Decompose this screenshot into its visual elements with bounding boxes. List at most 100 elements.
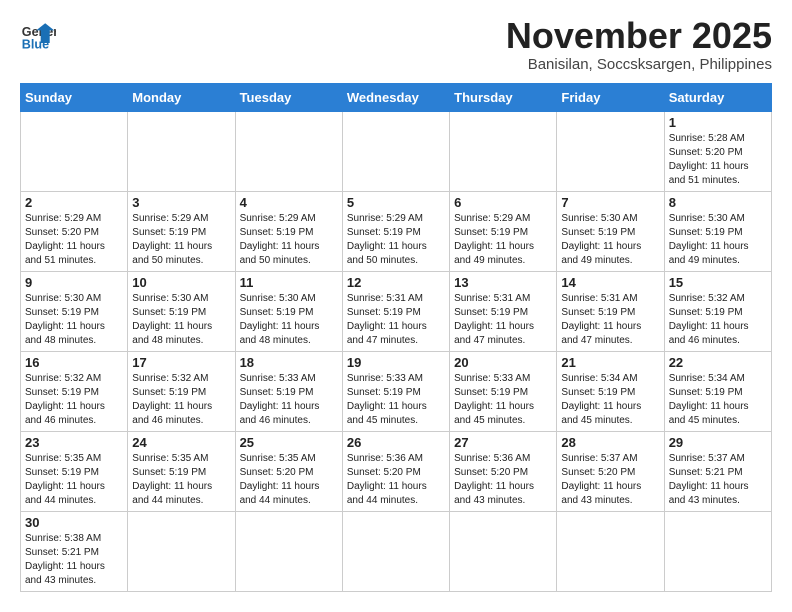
day-info: Sunrise: 5:29 AM Sunset: 5:19 PM Dayligh… [132,212,230,268]
weekday-header-tuesday: Tuesday [235,83,342,111]
day-info: Sunrise: 5:31 AM Sunset: 5:19 PM Dayligh… [454,292,552,348]
day-info: Sunrise: 5:36 AM Sunset: 5:20 PM Dayligh… [347,452,445,508]
location-title: Banisilan, Soccsksargen, Philippines [506,56,772,73]
calendar-cell: 5 Sunrise: 5:29 AM Sunset: 5:19 PM Daylig… [342,191,449,271]
day-number: 2 [25,195,123,210]
day-number: 4 [240,195,338,210]
calendar-cell: 28 Sunrise: 5:37 AM Sunset: 5:20 PM Dayli… [557,431,664,511]
calendar-cell [128,111,235,191]
day-number: 8 [669,195,767,210]
day-info: Sunrise: 5:34 AM Sunset: 5:19 PM Dayligh… [669,372,767,428]
day-info: Sunrise: 5:30 AM Sunset: 5:19 PM Dayligh… [561,212,659,268]
day-info: Sunrise: 5:32 AM Sunset: 5:19 PM Dayligh… [132,372,230,428]
weekday-header-monday: Monday [128,83,235,111]
day-info: Sunrise: 5:30 AM Sunset: 5:19 PM Dayligh… [25,292,123,348]
day-number: 20 [454,355,552,370]
day-number: 22 [669,355,767,370]
calendar-cell [450,511,557,591]
day-number: 13 [454,275,552,290]
calendar-cell: 30 Sunrise: 5:38 AM Sunset: 5:21 PM Dayli… [21,511,128,591]
day-info: Sunrise: 5:30 AM Sunset: 5:19 PM Dayligh… [669,212,767,268]
day-info: Sunrise: 5:35 AM Sunset: 5:20 PM Dayligh… [240,452,338,508]
calendar-cell: 11 Sunrise: 5:30 AM Sunset: 5:19 PM Dayli… [235,271,342,351]
calendar-cell: 4 Sunrise: 5:29 AM Sunset: 5:19 PM Daylig… [235,191,342,271]
calendar-cell [450,111,557,191]
day-number: 23 [25,435,123,450]
calendar-cell [128,511,235,591]
day-info: Sunrise: 5:32 AM Sunset: 5:19 PM Dayligh… [669,292,767,348]
day-number: 17 [132,355,230,370]
calendar-cell [21,111,128,191]
day-info: Sunrise: 5:33 AM Sunset: 5:19 PM Dayligh… [454,372,552,428]
calendar-cell [235,511,342,591]
calendar-cell: 12 Sunrise: 5:31 AM Sunset: 5:19 PM Dayli… [342,271,449,351]
week-row-5: 23 Sunrise: 5:35 AM Sunset: 5:19 PM Dayli… [21,431,772,511]
day-info: Sunrise: 5:34 AM Sunset: 5:19 PM Dayligh… [561,372,659,428]
day-info: Sunrise: 5:28 AM Sunset: 5:20 PM Dayligh… [669,132,767,188]
day-number: 1 [669,115,767,130]
day-info: Sunrise: 5:36 AM Sunset: 5:20 PM Dayligh… [454,452,552,508]
week-row-2: 2Sunrise: 5:29 AM Sunset: 5:20 PM Daylig… [21,191,772,271]
day-number: 24 [132,435,230,450]
weekday-header-thursday: Thursday [450,83,557,111]
day-number: 26 [347,435,445,450]
calendar-cell: 14 Sunrise: 5:31 AM Sunset: 5:19 PM Dayli… [557,271,664,351]
calendar-cell: 15 Sunrise: 5:32 AM Sunset: 5:19 PM Dayli… [664,271,771,351]
week-row-3: 9 Sunrise: 5:30 AM Sunset: 5:19 PM Daylig… [21,271,772,351]
calendar-cell: 2Sunrise: 5:29 AM Sunset: 5:20 PM Daylig… [21,191,128,271]
day-info: Sunrise: 5:30 AM Sunset: 5:19 PM Dayligh… [240,292,338,348]
weekday-header-saturday: Saturday [664,83,771,111]
day-number: 21 [561,355,659,370]
day-number: 28 [561,435,659,450]
week-row-1: 1 Sunrise: 5:28 AM Sunset: 5:20 PM Daylig… [21,111,772,191]
month-title: November 2025 [506,16,772,56]
day-number: 14 [561,275,659,290]
day-info: Sunrise: 5:31 AM Sunset: 5:19 PM Dayligh… [561,292,659,348]
calendar-cell: 13 Sunrise: 5:31 AM Sunset: 5:19 PM Dayli… [450,271,557,351]
day-info: Sunrise: 5:29 AM Sunset: 5:19 PM Dayligh… [240,212,338,268]
day-info: Sunrise: 5:35 AM Sunset: 5:19 PM Dayligh… [132,452,230,508]
logo: General Blue [20,16,56,52]
day-number: 11 [240,275,338,290]
weekday-header-wednesday: Wednesday [342,83,449,111]
day-number: 16 [25,355,123,370]
calendar-cell: 3 Sunrise: 5:29 AM Sunset: 5:19 PM Daylig… [128,191,235,271]
header: General Blue November 2025 Banisilan, So… [20,16,772,73]
day-number: 18 [240,355,338,370]
day-number: 30 [25,515,123,530]
calendar-cell [235,111,342,191]
calendar-cell: 7 Sunrise: 5:30 AM Sunset: 5:19 PM Daylig… [557,191,664,271]
day-number: 12 [347,275,445,290]
weekday-header-row: SundayMondayTuesdayWednesdayThursdayFrid… [21,83,772,111]
day-info: Sunrise: 5:37 AM Sunset: 5:21 PM Dayligh… [669,452,767,508]
calendar-cell: 23Sunrise: 5:35 AM Sunset: 5:19 PM Dayli… [21,431,128,511]
calendar-cell: 27 Sunrise: 5:36 AM Sunset: 5:20 PM Dayli… [450,431,557,511]
day-info: Sunrise: 5:31 AM Sunset: 5:19 PM Dayligh… [347,292,445,348]
calendar-cell [342,511,449,591]
day-info: Sunrise: 5:29 AM Sunset: 5:19 PM Dayligh… [347,212,445,268]
day-number: 5 [347,195,445,210]
day-number: 29 [669,435,767,450]
calendar-cell [557,511,664,591]
calendar-cell: 10Sunrise: 5:30 AM Sunset: 5:19 PM Dayli… [128,271,235,351]
day-number: 15 [669,275,767,290]
logo-icon: General Blue [20,16,56,52]
day-info: Sunrise: 5:38 AM Sunset: 5:21 PM Dayligh… [25,532,123,588]
day-info: Sunrise: 5:33 AM Sunset: 5:19 PM Dayligh… [347,372,445,428]
title-area: November 2025 Banisilan, Soccsksargen, P… [506,16,772,73]
day-number: 9 [25,275,123,290]
calendar-cell: 24 Sunrise: 5:35 AM Sunset: 5:19 PM Dayli… [128,431,235,511]
day-number: 3 [132,195,230,210]
calendar: SundayMondayTuesdayWednesdayThursdayFrid… [20,83,772,592]
day-number: 7 [561,195,659,210]
day-number: 27 [454,435,552,450]
calendar-cell: 25Sunrise: 5:35 AM Sunset: 5:20 PM Dayli… [235,431,342,511]
calendar-cell: 16Sunrise: 5:32 AM Sunset: 5:19 PM Dayli… [21,351,128,431]
calendar-cell: 18Sunrise: 5:33 AM Sunset: 5:19 PM Dayli… [235,351,342,431]
calendar-cell: 26 Sunrise: 5:36 AM Sunset: 5:20 PM Dayli… [342,431,449,511]
calendar-cell: 1 Sunrise: 5:28 AM Sunset: 5:20 PM Daylig… [664,111,771,191]
day-number: 10 [132,275,230,290]
day-info: Sunrise: 5:37 AM Sunset: 5:20 PM Dayligh… [561,452,659,508]
calendar-cell: 6Sunrise: 5:29 AM Sunset: 5:19 PM Daylig… [450,191,557,271]
calendar-cell: 22 Sunrise: 5:34 AM Sunset: 5:19 PM Dayli… [664,351,771,431]
